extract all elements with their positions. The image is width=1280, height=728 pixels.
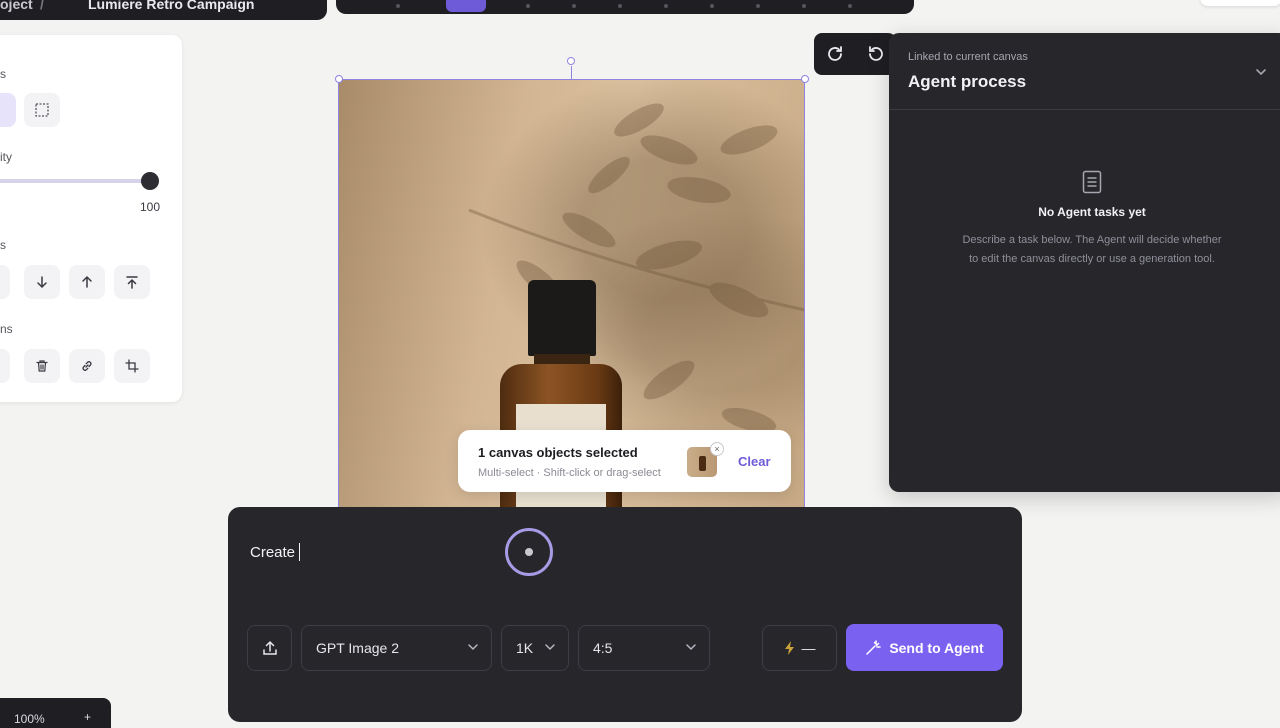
agent-panel-header[interactable]: Linked to current canvas Agent process [889, 33, 1280, 110]
aspect-ratio-select[interactable]: 4:5 [578, 625, 710, 671]
duplicate-button[interactable] [0, 349, 10, 383]
tool-button[interactable] [802, 4, 806, 8]
send-button-label: Send to Agent [889, 639, 984, 656]
border-style-button[interactable] [24, 93, 60, 127]
document-icon [1082, 170, 1102, 199]
model-select[interactable]: GPT Image 2 [301, 625, 492, 671]
project-breadcrumb-bar: oject / Lumiere Retro Campaign [0, 0, 327, 20]
zoom-value[interactable]: 100% [14, 712, 45, 726]
resolution-select[interactable]: 1K [501, 625, 569, 671]
canvas-toolbar [336, 0, 914, 14]
tool-button[interactable] [710, 4, 714, 8]
opacity-slider-track[interactable] [0, 179, 158, 183]
rotate-counterclockwise-icon [868, 46, 883, 61]
opacity-section-label: ity [0, 150, 12, 164]
prompt-composer: Create GPT Image 2 1K 4:5 — Send to Agen… [228, 507, 1022, 722]
chevron-down-icon [544, 640, 556, 656]
zoom-in-button[interactable]: + [84, 710, 91, 724]
arrow-to-top-icon [126, 276, 138, 289]
crop-button[interactable] [114, 349, 150, 383]
text-caret [299, 543, 301, 561]
opacity-slider-thumb[interactable] [141, 172, 159, 190]
arrow-down-icon [37, 276, 47, 289]
properties-panel: s ity 100 s ns [0, 35, 182, 402]
clear-selection-button[interactable]: Clear [738, 454, 771, 469]
rotate-clockwise-icon [827, 46, 842, 61]
opacity-value: 100 [140, 200, 161, 214]
linked-canvas-label: Linked to current canvas [908, 51, 1028, 63]
zoom-control: 100% + [0, 698, 111, 728]
chevron-down-icon [467, 640, 479, 656]
bring-to-front-button[interactable] [114, 265, 150, 299]
redo-button[interactable] [817, 36, 853, 72]
selection-summary-chip: 1 canvas objects selected Multi-select ·… [458, 430, 791, 492]
send-to-agent-button[interactable]: Send to Agent [846, 624, 1003, 671]
mouse-cursor-indicator [505, 528, 553, 576]
move-up-button[interactable] [69, 265, 105, 299]
resize-handle-top-left[interactable] [335, 75, 343, 83]
crop-icon [125, 359, 139, 373]
magic-wand-icon [866, 639, 882, 655]
tool-button[interactable] [756, 4, 760, 8]
chevron-down-icon[interactable] [1255, 65, 1267, 83]
tool-button[interactable] [396, 4, 400, 8]
arrange-section-label: s [0, 238, 6, 252]
agent-process-panel: Linked to current canvas Agent process N… [889, 33, 1280, 492]
tool-button[interactable] [526, 4, 530, 8]
style-section-label: s [0, 67, 6, 81]
empty-state-title: No Agent tasks yet [1038, 205, 1146, 219]
tool-button[interactable] [572, 4, 576, 8]
credits-value: — [801, 640, 816, 656]
active-tool-button[interactable] [446, 0, 486, 12]
send-backward-button[interactable] [24, 265, 60, 299]
link-button[interactable] [69, 349, 105, 383]
arrow-up-icon [82, 275, 92, 288]
breadcrumb-separator: / [40, 0, 44, 12]
prompt-input[interactable]: Create [250, 543, 301, 561]
chevron-down-icon [685, 640, 697, 656]
selection-count-text: 1 canvas objects selected [478, 445, 638, 460]
tool-button[interactable] [664, 4, 668, 8]
actions-section-label: ns [0, 322, 13, 336]
top-right-control[interactable] [1200, 0, 1280, 6]
rotate-toolbar [814, 33, 896, 75]
tool-button[interactable] [848, 4, 852, 8]
bring-forward-button[interactable] [0, 265, 10, 299]
rotation-handle[interactable] [567, 57, 575, 65]
lightning-icon [784, 641, 794, 655]
agent-panel-title: Agent process [908, 72, 1027, 91]
resize-handle-top-right[interactable] [801, 75, 809, 83]
dashed-square-icon [35, 103, 49, 117]
campaign-title[interactable]: Lumiere Retro Campaign [88, 0, 254, 12]
rotation-handle-line [571, 66, 572, 80]
upload-icon [262, 640, 277, 655]
aspect-ratio-select-value: 4:5 [593, 640, 613, 656]
prompt-text: Create [250, 543, 296, 561]
upload-button[interactable] [247, 625, 292, 671]
fill-style-button[interactable] [0, 93, 16, 127]
resolution-select-value: 1K [516, 640, 534, 656]
selection-hint-text: Multi-select · Shift-click or drag-selec… [478, 467, 661, 479]
empty-state-description: Describe a task below. The Agent will de… [962, 234, 1222, 265]
link-icon [82, 361, 92, 371]
remove-selection-icon[interactable]: × [710, 442, 724, 456]
delete-button[interactable] [24, 349, 60, 383]
credits-indicator[interactable]: — [762, 625, 837, 671]
project-label[interactable]: oject [0, 0, 33, 12]
model-select-value: GPT Image 2 [316, 640, 400, 656]
tool-button[interactable] [618, 4, 622, 8]
trash-icon [36, 360, 48, 372]
